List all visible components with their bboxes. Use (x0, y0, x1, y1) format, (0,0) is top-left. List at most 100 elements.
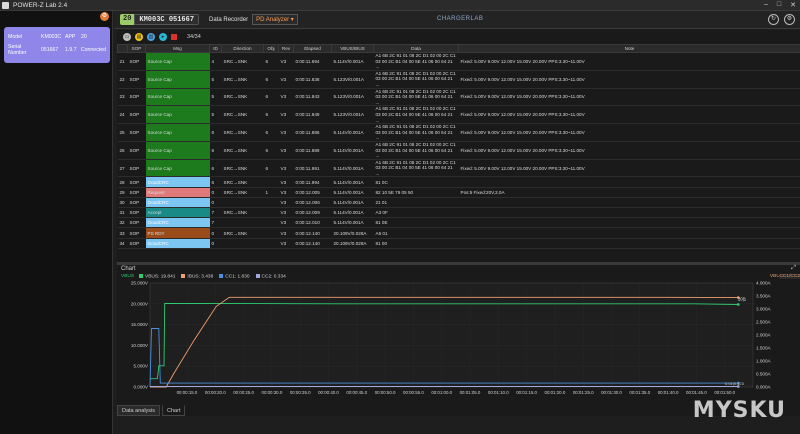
device-card-row: Model KM003C APP 20 (8, 30, 106, 43)
col-header-id[interactable]: ID (209, 44, 222, 53)
row-vbus-ibus: 20.109V/0.028A (331, 238, 374, 249)
device-card-row: Serial Number 051667 1.9.7 Connected (8, 43, 106, 56)
row-id: 4 (209, 52, 222, 71)
col-header-data[interactable]: Data (373, 44, 459, 53)
table-row[interactable]: 32 SOP GoodCRC 7 V3 0:00:12.010 5.114V/0.001A 8… (117, 217, 800, 229)
row-vbus-ibus: 5.114V/0.001A (331, 123, 374, 142)
row-note: Fixed: 5.00V 9.00V 12.00V 15.00V 20.00V … (458, 105, 800, 125)
table-row[interactable]: 22 SOP Source Cap 5 SRC→SNK 6 V3 0:00:11.838 5.1… (117, 70, 800, 89)
row-data: A1 6B 2C 91 01 08 2C D1 02 00 2C C1 03 0… (373, 123, 459, 142)
folder-icon[interactable]: ▭ (123, 33, 131, 41)
row-msg: PS RDY (145, 227, 210, 239)
device-card[interactable]: Model KM003C APP 20 Serial Number 051667… (4, 27, 110, 63)
pd-analyzer-panel: ▭ ▤ ▥ ▸ 34/34 SOP Msg ID Direction Obj R… (117, 30, 800, 262)
settings-icon[interactable]: ⚙ (784, 14, 795, 25)
analyzer-select[interactable]: PD Analyzer ▾ (252, 14, 298, 25)
table-row[interactable]: 26 SOP Source Cap 6 SRC→SNK 6 V3 0:00:11.889 5.1… (117, 141, 800, 160)
col-header-elapsed[interactable]: Elapsed (293, 44, 332, 53)
x-tick-label: 00:01:05.0 (460, 390, 481, 395)
close-button[interactable]: ✕ (790, 1, 796, 9)
x-tick-label: 00:00:35.0 (290, 390, 311, 395)
save-icon[interactable]: ▤ (135, 33, 143, 41)
x-tick-label: 00:00:45.0 (346, 390, 367, 395)
row-note (458, 197, 800, 209)
table-row[interactable]: 21 SOP Source Cap 4 SRC→SNK 6 V3 0:00:11.694 5.1… (117, 52, 800, 71)
col-header-obj[interactable]: Obj (263, 44, 279, 53)
table-row[interactable]: 29 SOP Request 0 SRC→SNK 1 V3 0:00:12.005 5.114V… (117, 187, 800, 198)
maximize-button[interactable]: □ (777, 1, 781, 9)
row-index: 22 (117, 70, 128, 89)
firmware-version: 1.9.7 (64, 46, 77, 53)
col-header-rev[interactable]: Rev (278, 44, 294, 53)
row-obj (263, 197, 279, 209)
row-id: 6 (209, 141, 222, 160)
y-left-tick-label: 15.000V (131, 322, 149, 327)
row-note (458, 176, 800, 188)
tab-data-analysis[interactable]: Data analysis (117, 405, 161, 416)
y-right-tick-label: 3.000A (756, 307, 771, 312)
col-header-direction[interactable]: Direction (221, 44, 264, 53)
row-elapsed: 0:00:12.005 (293, 187, 332, 198)
row-msg: GoodCRC (145, 176, 210, 188)
chart-plot[interactable]: 25.000V 20.000V 15.000V 10.000V 5.000V 0.000V… (117, 265, 800, 405)
row-vbus-ibus: 5.114V/0.001A (331, 141, 374, 160)
row-sop: SOP (127, 217, 146, 229)
row-id: 0 (209, 197, 222, 209)
table-row[interactable]: 24 SOP Source Cap 5 SRC→SNK 6 V3 0:00:11.849 5.1… (117, 105, 800, 125)
stop-icon[interactable] (171, 34, 177, 40)
row-direction (221, 197, 264, 209)
row-vbus-ibus: 5.114V/0.001A (331, 197, 374, 209)
col-header-sop[interactable]: SOP (127, 44, 146, 53)
row-index: 27 (117, 159, 128, 178)
row-id: 6 (209, 176, 222, 188)
device-tab[interactable]: 20 KM003C 051667 (120, 14, 200, 25)
connection-status: Connected (80, 46, 106, 53)
row-elapsed: 0:00:11.849 (293, 105, 332, 125)
row-rev: V3 (278, 217, 294, 229)
row-index: 32 (117, 217, 128, 229)
y-left-tick-label: 20.000V (131, 301, 149, 306)
x-tick-label: 00:01:10.0 (488, 390, 509, 395)
minimize-button[interactable]: – (764, 1, 768, 9)
col-header-index[interactable] (117, 44, 128, 53)
table-row[interactable]: 23 SOP Source Cap 5 SRC→SNK 6 V3 0:00:11.843 5.1… (117, 88, 800, 107)
x-tick-label: 00:01:00.0 (431, 390, 452, 395)
row-rev: V3 (278, 105, 294, 125)
table-row[interactable]: 30 SOP GoodCRC 0 V3 0:00:12.006 5.114V/0.001A 2… (117, 197, 800, 209)
export-icon[interactable]: ▥ (147, 33, 155, 41)
row-rev: V3 (278, 187, 294, 198)
row-elapsed: 0:00:12.010 (293, 217, 332, 229)
tab-chart[interactable]: Chart (162, 405, 186, 416)
row-id: 5 (209, 105, 222, 125)
row-vbus-ibus: 5.123V/0.001A (331, 70, 374, 89)
row-elapsed: 0:00:11.991 (293, 159, 332, 178)
table-row[interactable]: 31 SOP Accept 7 SRC→SNK V3 0:00:12.009 5.114V/0… (117, 207, 800, 219)
row-data: A1 6B 2C 91 01 08 2C D1 02 00 2C C1 03 0… (373, 70, 459, 89)
row-msg: GoodCRC (145, 197, 210, 209)
settings-icon[interactable]: ⚙ (100, 12, 109, 21)
col-header-msg[interactable]: Msg (145, 44, 210, 53)
row-msg: GoodCRC (145, 238, 210, 249)
play-icon[interactable]: ▸ (159, 33, 167, 41)
row-direction: SRC→SNK (221, 105, 264, 125)
table-row[interactable]: 28 SOP GoodCRC 6 SRC→SNK V3 0:00:11.994 5.114V/… (117, 176, 800, 188)
row-index: 31 (117, 207, 128, 219)
row-sop: SOP (127, 207, 146, 219)
table-row[interactable]: 34 SOP GoodCRC 0 V3 0:00:12.140 20.109V/0.028A… (117, 238, 800, 249)
col-header-vbus-ibus[interactable]: VBUS/IBUS (331, 44, 374, 53)
y-right-tick-label: 0.500A (756, 372, 771, 377)
row-elapsed: 0:00:11.838 (293, 70, 332, 89)
row-msg: GoodCRC (145, 217, 210, 229)
refresh-icon[interactable]: ↻ (768, 14, 779, 25)
table-row[interactable]: 27 SOP Source Cap 6 SRC→SNK 6 V3 0:00:11.991 5.1… (117, 159, 800, 178)
row-data: 21 01 (373, 197, 459, 209)
bottom-tabs: Data analysis Chart (117, 405, 186, 416)
row-index: 21 (117, 52, 128, 71)
col-header-note[interactable]: Note (458, 44, 800, 53)
table-row[interactable]: 25 SOP Source Cap 6 SRC→SNK 6 V3 0:00:11.886 5.1… (117, 123, 800, 142)
table-row[interactable]: 33 SOP PS RDY 0 SRC→SNK V3 0:00:12.140 20.109V/… (117, 227, 800, 239)
row-msg: Source Cap (145, 105, 210, 125)
x-tick-label: 00:01:20.0 (545, 390, 566, 395)
row-note: Fixed: 5.00V 9.00V 12.00V 15.00V 20.00V … (458, 88, 800, 107)
row-rev: V3 (278, 70, 294, 89)
